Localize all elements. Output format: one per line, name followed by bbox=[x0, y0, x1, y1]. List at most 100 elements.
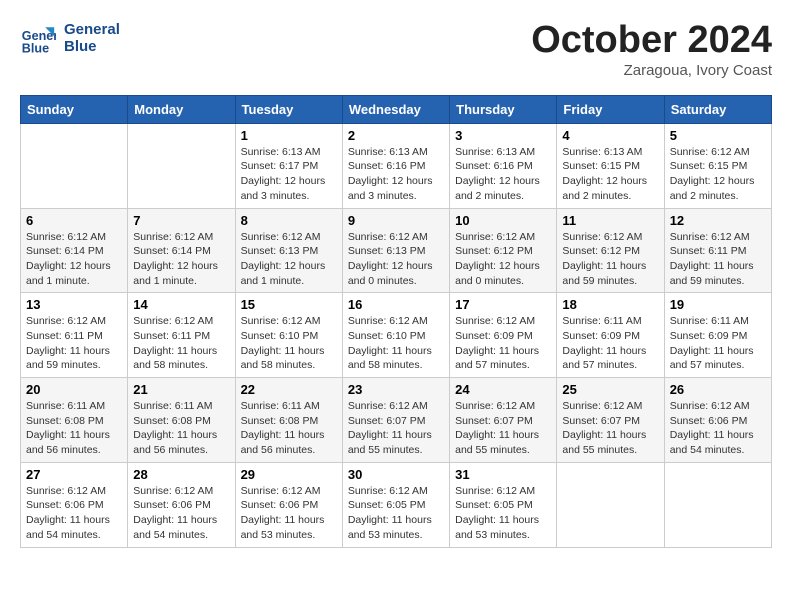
title-block: October 2024 Zaragoua, Ivory Coast bbox=[531, 20, 772, 79]
calendar-cell bbox=[557, 462, 664, 547]
logo-icon: General Blue bbox=[20, 20, 56, 56]
calendar-cell: 26 Sunrise: 6:12 AM Sunset: 6:06 PM Dayli… bbox=[664, 378, 771, 463]
calendar-cell: 24 Sunrise: 6:12 AM Sunset: 6:07 PM Dayli… bbox=[450, 378, 557, 463]
day-number: 3 bbox=[455, 128, 551, 143]
calendar-cell: 15 Sunrise: 6:12 AM Sunset: 6:10 PM Dayli… bbox=[235, 293, 342, 378]
calendar-cell bbox=[21, 123, 128, 208]
week-row-1: 1Sunrise: 6:13 AM Sunset: 6:17 PM Daylig… bbox=[21, 123, 772, 208]
day-info: Sunrise: 6:12 AM Sunset: 6:07 PM Dayligh… bbox=[562, 399, 658, 458]
day-number: 18 bbox=[562, 297, 658, 312]
location-subtitle: Zaragoua, Ivory Coast bbox=[531, 62, 772, 79]
day-info: Sunrise: 6:12 AM Sunset: 6:06 PM Dayligh… bbox=[133, 484, 229, 543]
calendar-cell bbox=[664, 462, 771, 547]
calendar-cell: 27 Sunrise: 6:12 AM Sunset: 6:06 PM Dayli… bbox=[21, 462, 128, 547]
day-number: 14 bbox=[133, 297, 229, 312]
logo-general: General bbox=[64, 21, 120, 38]
day-number: 29 bbox=[241, 467, 337, 482]
weekday-header-tuesday: Tuesday bbox=[235, 95, 342, 123]
day-number: 6 bbox=[26, 213, 122, 228]
calendar-cell: 16Sunrise: 6:12 AM Sunset: 6:10 PM Dayli… bbox=[342, 293, 449, 378]
day-info: Sunrise: 6:12 AM Sunset: 6:07 PM Dayligh… bbox=[455, 399, 551, 458]
day-info: Sunrise: 6:12 AM Sunset: 6:14 PM Dayligh… bbox=[26, 230, 122, 289]
calendar-cell: 20Sunrise: 6:11 AM Sunset: 6:08 PM Dayli… bbox=[21, 378, 128, 463]
day-info: Sunrise: 6:12 AM Sunset: 6:11 PM Dayligh… bbox=[26, 314, 122, 373]
weekday-header-thursday: Thursday bbox=[450, 95, 557, 123]
day-info: Sunrise: 6:12 AM Sunset: 6:06 PM Dayligh… bbox=[26, 484, 122, 543]
svg-text:Blue: Blue bbox=[22, 41, 49, 55]
page-header: General Blue General Blue October 2024 Z… bbox=[20, 20, 772, 79]
day-info: Sunrise: 6:11 AM Sunset: 6:08 PM Dayligh… bbox=[26, 399, 122, 458]
calendar-cell: 14 Sunrise: 6:12 AM Sunset: 6:11 PM Dayli… bbox=[128, 293, 235, 378]
day-info: Sunrise: 6:12 AM Sunset: 6:13 PM Dayligh… bbox=[241, 230, 337, 289]
day-info: Sunrise: 6:12 AM Sunset: 6:13 PM Dayligh… bbox=[348, 230, 444, 289]
day-info: Sunrise: 6:11 AM Sunset: 6:08 PM Dayligh… bbox=[241, 399, 337, 458]
calendar-body: 1Sunrise: 6:13 AM Sunset: 6:17 PM Daylig… bbox=[21, 123, 772, 547]
day-number: 7 bbox=[133, 213, 229, 228]
calendar-cell: 25Sunrise: 6:12 AM Sunset: 6:07 PM Dayli… bbox=[557, 378, 664, 463]
day-number: 9 bbox=[348, 213, 444, 228]
day-number: 12 bbox=[670, 213, 766, 228]
calendar-cell: 22 Sunrise: 6:11 AM Sunset: 6:08 PM Dayli… bbox=[235, 378, 342, 463]
weekday-header-saturday: Saturday bbox=[664, 95, 771, 123]
day-info: Sunrise: 6:12 AM Sunset: 6:11 PM Dayligh… bbox=[133, 314, 229, 373]
day-info: Sunrise: 6:13 AM Sunset: 6:16 PM Dayligh… bbox=[348, 145, 444, 204]
calendar-cell: 12 Sunrise: 6:12 AM Sunset: 6:11 PM Dayli… bbox=[664, 208, 771, 293]
calendar-cell: 2 Sunrise: 6:13 AM Sunset: 6:16 PM Daylig… bbox=[342, 123, 449, 208]
day-info: Sunrise: 6:12 AM Sunset: 6:05 PM Dayligh… bbox=[348, 484, 444, 543]
week-row-5: 27 Sunrise: 6:12 AM Sunset: 6:06 PM Dayli… bbox=[21, 462, 772, 547]
calendar-cell: 13 Sunrise: 6:12 AM Sunset: 6:11 PM Dayli… bbox=[21, 293, 128, 378]
day-number: 22 bbox=[241, 382, 337, 397]
day-info: Sunrise: 6:12 AM Sunset: 6:10 PM Dayligh… bbox=[348, 314, 444, 373]
day-info: Sunrise: 6:12 AM Sunset: 6:10 PM Dayligh… bbox=[241, 314, 337, 373]
weekday-header-wednesday: Wednesday bbox=[342, 95, 449, 123]
day-info: Sunrise: 6:12 AM Sunset: 6:05 PM Dayligh… bbox=[455, 484, 551, 543]
weekday-header-sunday: Sunday bbox=[21, 95, 128, 123]
day-number: 17 bbox=[455, 297, 551, 312]
day-info: Sunrise: 6:13 AM Sunset: 6:17 PM Dayligh… bbox=[241, 145, 337, 204]
week-row-2: 6 Sunrise: 6:12 AM Sunset: 6:14 PM Daylig… bbox=[21, 208, 772, 293]
calendar-cell: 17Sunrise: 6:12 AM Sunset: 6:09 PM Dayli… bbox=[450, 293, 557, 378]
weekday-header-row: SundayMondayTuesdayWednesdayThursdayFrid… bbox=[21, 95, 772, 123]
day-info: Sunrise: 6:12 AM Sunset: 6:07 PM Dayligh… bbox=[348, 399, 444, 458]
day-number: 26 bbox=[670, 382, 766, 397]
day-number: 8 bbox=[241, 213, 337, 228]
day-info: Sunrise: 6:12 AM Sunset: 6:06 PM Dayligh… bbox=[670, 399, 766, 458]
logo: General Blue General Blue bbox=[20, 20, 120, 56]
day-number: 21 bbox=[133, 382, 229, 397]
day-info: Sunrise: 6:11 AM Sunset: 6:08 PM Dayligh… bbox=[133, 399, 229, 458]
calendar-cell: 3Sunrise: 6:13 AM Sunset: 6:16 PM Daylig… bbox=[450, 123, 557, 208]
day-info: Sunrise: 6:12 AM Sunset: 6:15 PM Dayligh… bbox=[670, 145, 766, 204]
weekday-header-friday: Friday bbox=[557, 95, 664, 123]
calendar-cell: 4Sunrise: 6:13 AM Sunset: 6:15 PM Daylig… bbox=[557, 123, 664, 208]
day-number: 31 bbox=[455, 467, 551, 482]
calendar-cell: 11 Sunrise: 6:12 AM Sunset: 6:12 PM Dayli… bbox=[557, 208, 664, 293]
day-info: Sunrise: 6:11 AM Sunset: 6:09 PM Dayligh… bbox=[562, 314, 658, 373]
calendar-cell: 7Sunrise: 6:12 AM Sunset: 6:14 PM Daylig… bbox=[128, 208, 235, 293]
calendar-header: SundayMondayTuesdayWednesdayThursdayFrid… bbox=[21, 95, 772, 123]
day-info: Sunrise: 6:12 AM Sunset: 6:12 PM Dayligh… bbox=[562, 230, 658, 289]
day-number: 19 bbox=[670, 297, 766, 312]
calendar-cell: 19Sunrise: 6:11 AM Sunset: 6:09 PM Dayli… bbox=[664, 293, 771, 378]
calendar-cell: 9 Sunrise: 6:12 AM Sunset: 6:13 PM Daylig… bbox=[342, 208, 449, 293]
day-number: 2 bbox=[348, 128, 444, 143]
day-number: 15 bbox=[241, 297, 337, 312]
day-number: 24 bbox=[455, 382, 551, 397]
calendar-cell: 21 Sunrise: 6:11 AM Sunset: 6:08 PM Dayli… bbox=[128, 378, 235, 463]
calendar-table: SundayMondayTuesdayWednesdayThursdayFrid… bbox=[20, 95, 772, 548]
day-number: 30 bbox=[348, 467, 444, 482]
day-number: 13 bbox=[26, 297, 122, 312]
day-number: 10 bbox=[455, 213, 551, 228]
logo-blue: Blue bbox=[64, 38, 120, 55]
day-number: 23 bbox=[348, 382, 444, 397]
day-number: 11 bbox=[562, 213, 658, 228]
calendar-cell: 30 Sunrise: 6:12 AM Sunset: 6:05 PM Dayli… bbox=[342, 462, 449, 547]
calendar-cell: 6 Sunrise: 6:12 AM Sunset: 6:14 PM Daylig… bbox=[21, 208, 128, 293]
week-row-3: 13 Sunrise: 6:12 AM Sunset: 6:11 PM Dayli… bbox=[21, 293, 772, 378]
month-title: October 2024 bbox=[531, 20, 772, 62]
day-info: Sunrise: 6:12 AM Sunset: 6:11 PM Dayligh… bbox=[670, 230, 766, 289]
calendar-cell: 10Sunrise: 6:12 AM Sunset: 6:12 PM Dayli… bbox=[450, 208, 557, 293]
calendar-cell bbox=[128, 123, 235, 208]
calendar-cell: 28Sunrise: 6:12 AM Sunset: 6:06 PM Dayli… bbox=[128, 462, 235, 547]
day-number: 27 bbox=[26, 467, 122, 482]
calendar-cell: 31 Sunrise: 6:12 AM Sunset: 6:05 PM Dayli… bbox=[450, 462, 557, 547]
